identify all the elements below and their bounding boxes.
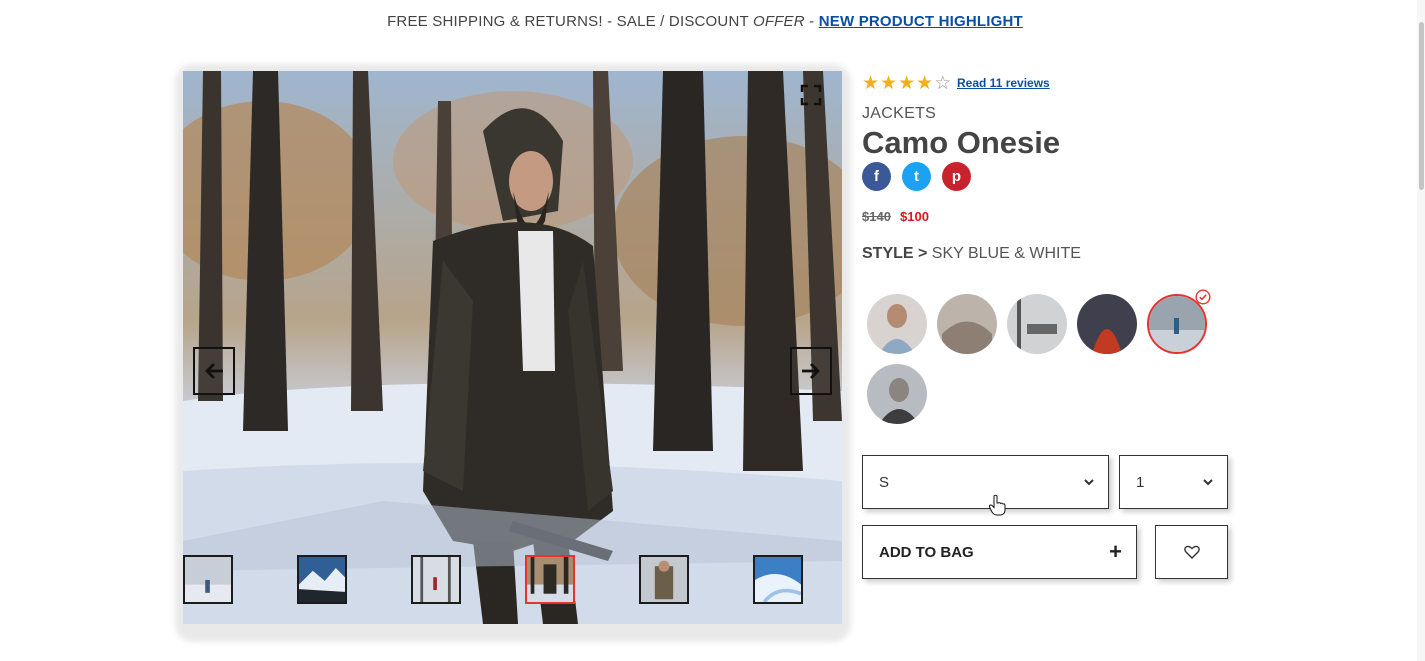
- star-filled-icon: ★: [862, 73, 880, 94]
- add-to-bag-button[interactable]: ADD TO BAG +: [862, 525, 1137, 579]
- rating-stars: ★ ★ ★ ★ ☆: [862, 74, 951, 93]
- read-reviews-link[interactable]: Read 11 reviews: [957, 76, 1050, 90]
- style-label: STYLE >: [862, 245, 928, 262]
- size-select[interactable]: S: [862, 455, 1109, 509]
- sale-price: $100: [900, 209, 929, 224]
- star-empty-icon: ☆: [934, 73, 952, 94]
- gallery-thumbnail-active[interactable]: [525, 555, 575, 604]
- style-swatch[interactable]: [1077, 294, 1137, 354]
- hand-cursor-icon: [988, 494, 1006, 516]
- new-product-link[interactable]: NEW PRODUCT HIGHLIGHT: [819, 13, 1023, 30]
- gallery-next-button[interactable]: [790, 347, 832, 395]
- original-price: $140: [862, 209, 891, 224]
- heart-icon: [1183, 545, 1200, 559]
- size-value: S: [879, 473, 890, 491]
- chevron-down-icon: [1084, 478, 1094, 485]
- gallery-thumbnail[interactable]: [183, 555, 233, 604]
- gallery-prev-button[interactable]: [193, 347, 235, 395]
- gallery-thumbnail[interactable]: [753, 555, 803, 604]
- wishlist-button[interactable]: [1155, 525, 1228, 579]
- product-gallery: [183, 71, 842, 624]
- scrollbar-thumb[interactable]: [1419, 22, 1424, 190]
- pinterest-icon: p: [951, 168, 962, 185]
- quantity-value: 1: [1136, 473, 1145, 491]
- facebook-share-button[interactable]: f: [862, 162, 891, 191]
- announcement-offer: OFFER: [752, 13, 805, 30]
- check-circle-icon: [1195, 289, 1211, 305]
- main-product-photo: [183, 71, 842, 624]
- quantity-select[interactable]: 1: [1119, 455, 1228, 509]
- page-scrollbar[interactable]: [1417, 0, 1425, 661]
- add-to-bag-label: ADD TO BAG: [879, 543, 974, 561]
- style-swatch[interactable]: [867, 294, 927, 354]
- star-filled-icon: ★: [880, 73, 898, 94]
- product-title: Camo Onesie: [862, 125, 1061, 160]
- style-row: STYLE > SKY BLUE & WHITE: [862, 245, 1081, 263]
- arrow-right-icon: [802, 363, 820, 379]
- arrow-left-icon: [205, 363, 223, 379]
- gallery-thumbnail[interactable]: [297, 555, 347, 604]
- announcement-text: FREE SHIPPING & RETURNS! - SALE / DISCOU…: [387, 13, 753, 30]
- twitter-share-button[interactable]: t: [902, 162, 931, 191]
- style-swatch[interactable]: [937, 294, 997, 354]
- product-category: JACKETS: [862, 105, 937, 122]
- gallery-thumbnail[interactable]: [411, 555, 461, 604]
- expand-icon[interactable]: [800, 84, 822, 106]
- facebook-icon: f: [874, 168, 879, 185]
- star-filled-icon: ★: [916, 73, 934, 94]
- style-value: SKY BLUE & WHITE: [927, 245, 1081, 262]
- star-filled-icon: ★: [898, 73, 916, 94]
- announcement-bar: FREE SHIPPING & RETURNS! - SALE / DISCOU…: [0, 13, 1410, 30]
- plus-icon: +: [1109, 539, 1122, 564]
- style-swatch[interactable]: [867, 364, 927, 424]
- chevron-down-icon: [1203, 478, 1213, 485]
- announcement-separator: -: [804, 13, 819, 30]
- twitter-icon: t: [914, 168, 919, 185]
- gallery-thumbnail[interactable]: [639, 555, 689, 604]
- style-swatch[interactable]: [1007, 294, 1067, 354]
- pinterest-share-button[interactable]: p: [942, 162, 971, 191]
